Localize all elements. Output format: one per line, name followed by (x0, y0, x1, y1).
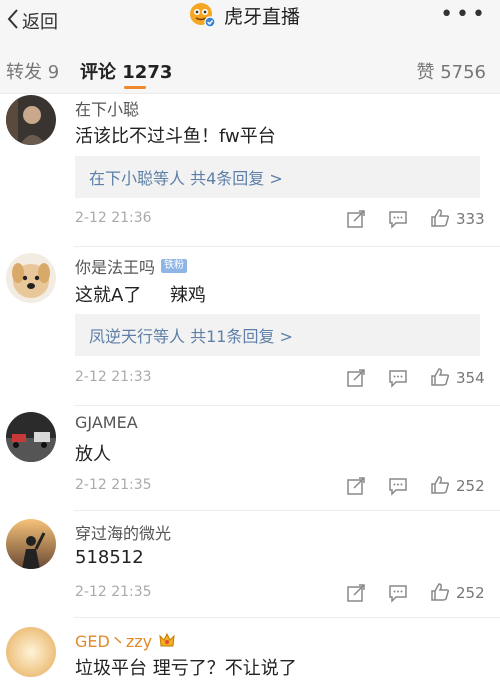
comment-time: 2-12 21:33 (75, 369, 152, 385)
avatar[interactable] (6, 519, 56, 569)
comment-icon[interactable] (388, 368, 410, 390)
comment-text: 垃圾平台 理亏了？不让说了 (75, 658, 297, 679)
replies-link[interactable]: 凤逆天行等人 共11条回复 > (75, 314, 480, 356)
comment-username-label: 你是法王吗 (75, 258, 156, 277)
like-count[interactable]: 333 (456, 210, 485, 228)
like-count[interactable]: 252 (456, 584, 485, 602)
thumbs-up-icon[interactable] (430, 475, 452, 497)
comment-icon[interactable] (388, 583, 410, 605)
divider (74, 617, 500, 618)
divider (74, 405, 500, 406)
comment-text: 518512 (75, 547, 144, 568)
chevron-left-icon (6, 8, 20, 34)
comment-username[interactable]: GJAMEA (75, 413, 138, 432)
page-title: 虎牙直播 (224, 5, 301, 28)
like-count[interactable]: 354 (456, 369, 485, 387)
thumbs-up-icon[interactable] (430, 582, 452, 604)
comment-username[interactable]: GED丶zzy (75, 628, 176, 652)
more-options-button[interactable]: ••• (440, 2, 488, 27)
comment-username[interactable]: 穿过海的微光 (75, 520, 171, 544)
comment-time: 2-12 21:35 (75, 584, 152, 600)
avatar[interactable] (6, 412, 56, 462)
fan-badge: 铁粉 (161, 259, 188, 273)
avatar[interactable] (6, 95, 56, 145)
comment-icon[interactable] (388, 209, 410, 231)
comment-text: 这就A了 辣鸡 (75, 285, 206, 306)
tab-reposts[interactable]: 转发 9 (6, 58, 59, 84)
comment-time: 2-12 21:35 (75, 477, 152, 493)
comment-time: 2-12 21:36 (75, 210, 152, 226)
comment-username[interactable]: 在下小聪 (75, 96, 139, 120)
comment-text: 放人 (75, 444, 111, 465)
account-title[interactable]: 虎牙直播 (188, 0, 300, 30)
repost-icon[interactable] (346, 583, 368, 605)
back-label: 返回 (22, 12, 58, 33)
thumbs-up-icon[interactable] (430, 208, 452, 230)
tab-bar: 转发 9 评论 1273 赞 5756 (0, 44, 500, 94)
divider (74, 510, 500, 511)
thumbs-up-icon[interactable] (430, 367, 452, 389)
avatar[interactable] (6, 627, 56, 677)
crown-badge-icon (158, 632, 176, 648)
tab-likes[interactable]: 赞 5756 (416, 58, 486, 84)
comment-icon[interactable] (388, 476, 410, 498)
divider (74, 246, 500, 247)
repost-icon[interactable] (346, 209, 368, 231)
repost-icon[interactable] (346, 368, 368, 390)
huya-logo-icon (188, 2, 216, 28)
comment-username-label: GED丶zzy (75, 632, 153, 651)
replies-link[interactable]: 在下小聪等人 共4条回复 > (75, 156, 480, 198)
comment-username[interactable]: 你是法王吗 铁粉 (75, 254, 188, 278)
repost-icon[interactable] (346, 476, 368, 498)
back-button[interactable]: 返回 (6, 6, 58, 36)
comment-text: 活该比不过斗鱼！fw平台 (75, 126, 276, 147)
top-bar: 返回 虎牙直播 ••• (0, 0, 500, 44)
avatar[interactable] (6, 253, 56, 303)
active-tab-indicator (124, 86, 146, 89)
like-count[interactable]: 252 (456, 477, 485, 495)
